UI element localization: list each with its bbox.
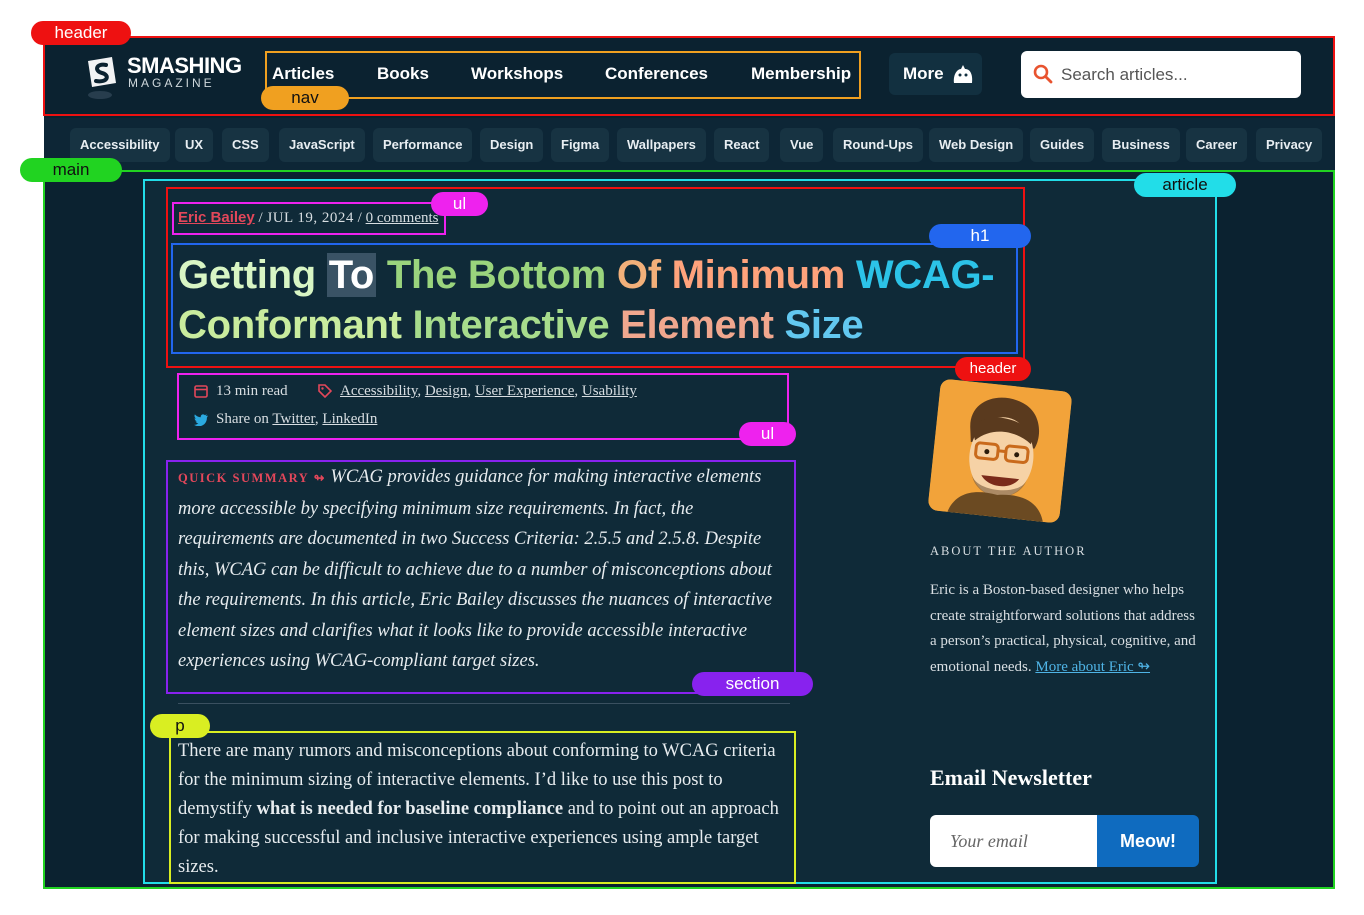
p-annotation-label: p xyxy=(150,714,210,738)
meta-separator: / xyxy=(353,210,366,226)
search-icon xyxy=(1033,64,1053,89)
title-word: Element xyxy=(620,303,774,347)
category-round-ups[interactable]: Round-Ups xyxy=(833,128,924,162)
category-performance[interactable]: Performance xyxy=(373,128,473,162)
search-box[interactable] xyxy=(1021,51,1301,98)
category-privacy[interactable]: Privacy xyxy=(1256,128,1323,162)
article-meta: Eric Bailey / JUL 19, 2024 / 0 comments xyxy=(178,209,439,227)
title-word: Conformant xyxy=(178,303,402,347)
more-button[interactable]: More xyxy=(889,53,982,95)
meta-separator: / xyxy=(254,210,267,226)
title-word: Getting xyxy=(178,253,316,297)
category-ux[interactable]: UX xyxy=(175,128,214,162)
paragraph-emphasis: what is needed for baseline compliance xyxy=(256,799,564,819)
cat-icon xyxy=(951,63,975,90)
tag-list: Accessibility, Design, User Experience, … xyxy=(340,383,637,399)
divider xyxy=(178,703,790,704)
about-author-heading: ABOUT THE AUTHOR xyxy=(930,544,1087,558)
header-annotation-label: header xyxy=(31,21,131,45)
tag-link[interactable]: Usability xyxy=(582,383,637,399)
title-word: Interactive xyxy=(412,303,610,347)
share-twitter-link[interactable]: Twitter xyxy=(272,411,315,427)
category-accessibility[interactable]: Accessibility xyxy=(70,128,170,162)
newsletter-subscribe-button[interactable]: Meow! xyxy=(1097,815,1199,867)
title-word: Size xyxy=(784,303,864,347)
nav-conferences[interactable]: Conferences xyxy=(605,64,708,84)
title-word: The Bottom xyxy=(386,253,607,297)
nav-membership[interactable]: Membership xyxy=(751,64,851,84)
section-annotation-label: section xyxy=(692,672,813,696)
title-word: Minimum xyxy=(671,253,846,297)
ul-annotation-label: ul xyxy=(739,422,796,446)
newsletter-heading: Email Newsletter xyxy=(930,765,1092,790)
share-row: Share on Twitter, LinkedIn xyxy=(216,411,378,427)
search-input[interactable] xyxy=(1061,51,1291,98)
author-link[interactable]: Eric Bailey xyxy=(178,209,255,226)
nav-workshops[interactable]: Workshops xyxy=(471,64,563,84)
author-avatar[interactable] xyxy=(927,378,1073,524)
summary-arrow-icon: ↬ xyxy=(313,471,326,485)
category-guides[interactable]: Guides xyxy=(1030,128,1095,162)
title-word-selected: To xyxy=(326,253,377,297)
share-label: Share on xyxy=(216,411,269,427)
article-title: Getting To The Bottom Of Minimum WCAG- C… xyxy=(178,250,1018,350)
logo-subtitle[interactable]: MAGAZINE xyxy=(128,76,215,90)
tag-link[interactable]: Design xyxy=(425,383,468,399)
category-javascript[interactable]: JavaScript xyxy=(279,128,365,162)
share-linkedin-link[interactable]: LinkedIn xyxy=(322,411,377,427)
publish-date: JUL 19, 2024 xyxy=(266,210,354,226)
title-word: Of xyxy=(616,253,661,297)
more-label: More xyxy=(903,64,944,83)
smashing-logo-icon[interactable] xyxy=(82,55,120,101)
calendar-icon xyxy=(194,384,208,403)
summary-label: QUICK SUMMARY xyxy=(178,471,310,485)
category-web-design[interactable]: Web Design xyxy=(929,128,1024,162)
article-header-annotation-label: header xyxy=(955,357,1031,381)
tag-icon xyxy=(318,384,333,403)
nav-books[interactable]: Books xyxy=(377,64,429,84)
tag-link[interactable]: Accessibility xyxy=(340,383,417,399)
about-author-text: Eric is a Boston-based designer who help… xyxy=(930,578,1200,680)
ul-annotation-label: ul xyxy=(431,192,488,216)
h1-annotation-label: h1 xyxy=(929,224,1031,248)
read-time: 13 min read xyxy=(216,383,288,399)
category-business[interactable]: Business xyxy=(1102,128,1180,162)
category-wallpapers[interactable]: Wallpapers xyxy=(617,128,706,162)
category-design[interactable]: Design xyxy=(480,128,544,162)
nav-annotation-label: nav xyxy=(261,86,349,110)
category-career[interactable]: Career xyxy=(1186,128,1248,162)
more-about-author-link[interactable]: More about Eric ↬ xyxy=(1035,659,1150,675)
category-figma[interactable]: Figma xyxy=(551,128,610,162)
category-css[interactable]: CSS xyxy=(222,128,269,162)
nav-articles[interactable]: Articles xyxy=(272,64,334,84)
article-paragraph: There are many rumors and misconceptions… xyxy=(178,737,790,882)
article-annotation-label: article xyxy=(1134,173,1236,197)
summary-text: WCAG provides guidance for making intera… xyxy=(178,467,773,671)
tag-link[interactable]: User Experience xyxy=(475,383,575,399)
quick-summary: QUICK SUMMARY ↬ WCAG provides guidance f… xyxy=(178,462,790,677)
newsletter-email-input[interactable] xyxy=(930,815,1097,867)
main-annotation-label: main xyxy=(20,158,122,182)
category-vue[interactable]: Vue xyxy=(780,128,824,162)
category-react[interactable]: React xyxy=(714,128,770,162)
title-word: WCAG- xyxy=(855,253,995,297)
twitter-icon xyxy=(194,413,208,431)
comments-link[interactable]: 0 comments xyxy=(366,210,439,226)
